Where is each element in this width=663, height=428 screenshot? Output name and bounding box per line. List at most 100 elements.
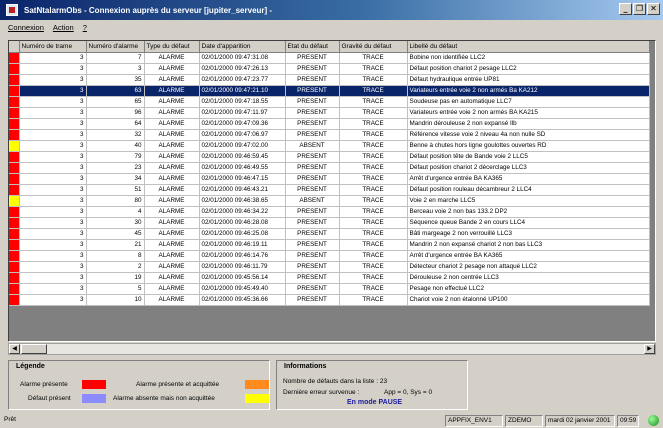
cell-etat: PRESENT	[285, 74, 340, 86]
table-row[interactable]: 3 35 ALARME 02/01/2000 09:47:23.77 PRESENT TR…	[9, 74, 650, 86]
cell-date: 02/01/2000 09:47:11.97	[199, 107, 286, 119]
table-row[interactable]: 3 2 ALARME 02/01/2000 09:46:11.79 PRESENT TRA…	[9, 261, 650, 273]
cell-type: ALARME	[144, 85, 200, 97]
horizontal-scrollbar[interactable]: ◀ ▶	[8, 343, 656, 355]
cell-gravite: TRACE	[339, 129, 408, 141]
cell-gravite: TRACE	[339, 96, 408, 108]
app-icon[interactable]	[6, 4, 18, 16]
status-color-cell	[9, 283, 20, 295]
table-row[interactable]: 3 10 ALARME 02/01/2000 09:45:36.66 PRESENT TR…	[9, 294, 650, 306]
cell-date: 02/01/2000 09:47:23.77	[199, 74, 286, 86]
table-row[interactable]: 3 21 ALARME 02/01/2000 09:46:19.11 PRESENT TR…	[9, 239, 650, 251]
cell-alarme: 2	[86, 261, 145, 273]
scroll-thumb[interactable]	[21, 344, 47, 354]
cell-gravite: TRACE	[339, 294, 408, 306]
table-row[interactable]: 3 19 ALARME 02/01/2000 09:45:56.14 PRESENT TR…	[9, 272, 650, 284]
cell-libelle: Défaut hydraulique entrée UP81	[407, 74, 650, 86]
table-row[interactable]: 3 3 ALARME 02/01/2000 09:47:26.13 PRESENT TRA…	[9, 63, 650, 75]
alarm-grid[interactable]: Numéro de trame Numéro d'alarme Type du …	[8, 40, 656, 342]
cell-date: 02/01/2000 09:45:56.14	[199, 272, 286, 284]
cell-gravite: TRACE	[339, 74, 408, 86]
cell-trame: 3	[19, 217, 87, 229]
cell-trame: 3	[19, 173, 87, 185]
table-row[interactable]: 3 34 ALARME 02/01/2000 09:46:47.15 PRESENT TR…	[9, 173, 650, 185]
cell-libelle: Variateurs entrée voie 2 non armés BA KA…	[407, 107, 650, 119]
column-header-alarme[interactable]: Numéro d'alarme	[86, 41, 145, 53]
cell-date: 02/01/2000 09:46:28.08	[199, 217, 286, 229]
cell-trame: 3	[19, 283, 87, 295]
cell-trame: 3	[19, 239, 87, 251]
column-header-trame[interactable]: Numéro de trame	[19, 41, 87, 53]
cell-alarme: 45	[86, 228, 145, 240]
cell-date: 02/01/2000 09:47:31.08	[199, 52, 286, 64]
column-header-gravite[interactable]: Gravité du défaut	[339, 41, 408, 53]
menu-help[interactable]: ?	[83, 23, 87, 32]
column-header-type[interactable]: Type du défaut	[144, 41, 200, 53]
status-color-indicator	[9, 151, 18, 161]
table-row[interactable]: 3 96 ALARME 02/01/2000 09:47:11.97 PRESENT TR…	[9, 107, 650, 119]
cell-date: 02/01/2000 09:46:59.45	[199, 151, 286, 163]
column-header-date[interactable]: Date d'apparition	[199, 41, 286, 53]
table-row[interactable]: 3 79 ALARME 02/01/2000 09:46:59.45 PRESENT TR…	[9, 151, 650, 163]
cell-date: 02/01/2000 09:47:09.36	[199, 118, 286, 130]
table-row[interactable]: 3 7 ALARME 02/01/2000 09:47:31.08 PRESENT TRA…	[9, 52, 650, 64]
cell-date: 02/01/2000 09:46:43.21	[199, 184, 286, 196]
table-row[interactable]: 3 8 ALARME 02/01/2000 09:46:14.76 PRESENT TRA…	[9, 250, 650, 262]
cell-etat: PRESENT	[285, 52, 340, 64]
defect-count-text: Nombre de défauts dans la liste : 23	[283, 378, 388, 385]
scroll-left-icon[interactable]: ◀	[9, 344, 20, 354]
status-color-indicator	[9, 85, 18, 95]
table-row[interactable]: 3 80 ALARME 02/01/2000 09:46:38.65 ABSENT TRA…	[9, 195, 650, 207]
cell-date: 02/01/2000 09:47:18.55	[199, 96, 286, 108]
cell-trame: 3	[19, 272, 87, 284]
column-header-etat[interactable]: Etat du défaut	[285, 41, 340, 53]
menu-connexion[interactable]: Connexion	[8, 23, 44, 32]
table-row[interactable]: 3 32 ALARME 02/01/2000 09:47:06.97 PRESENT TR…	[9, 129, 650, 141]
table-row[interactable]: 3 45 ALARME 02/01/2000 09:46:25.08 PRESENT TR…	[9, 228, 650, 240]
cell-type: ALARME	[144, 151, 200, 163]
menu-action[interactable]: Action	[53, 23, 74, 32]
title-bar: SatNtalarmObs - Connexion auprès du serv…	[0, 0, 663, 20]
cell-etat: PRESENT	[285, 184, 340, 196]
cell-trame: 3	[19, 96, 87, 108]
status-color-indicator	[9, 52, 18, 62]
table-row[interactable]: 3 64 ALARME 02/01/2000 09:47:09.36 PRESENT TR…	[9, 118, 650, 130]
table-row[interactable]: 3 65 ALARME 02/01/2000 09:47:18.55 PRESENT TR…	[9, 96, 650, 108]
status-color-indicator	[9, 162, 18, 172]
table-row[interactable]: 3 40 ALARME 02/01/2000 09:47:02.00 ABSENT TRA…	[9, 140, 650, 152]
status-color-cell	[9, 228, 20, 240]
status-color-cell	[9, 107, 20, 119]
minimize-icon[interactable]: _	[619, 3, 632, 15]
status-color-indicator	[9, 140, 18, 150]
cell-type: ALARME	[144, 96, 200, 108]
status-environment: APPFIX_ENV1	[445, 415, 503, 427]
cell-alarme: 19	[86, 272, 145, 284]
cell-type: ALARME	[144, 173, 200, 185]
table-row[interactable]: 3 23 ALARME 02/01/2000 09:46:49.55 PRESENT TR…	[9, 162, 650, 174]
table-row[interactable]: 3 63 ALARME 02/01/2000 09:47:21.10 PRESENT TR…	[9, 85, 650, 97]
cell-libelle: Mandrin dérouleuse 2 non expansé Ilb	[407, 118, 650, 130]
cell-type: ALARME	[144, 206, 200, 218]
status-color-indicator	[9, 239, 18, 249]
table-row[interactable]: 3 51 ALARME 02/01/2000 09:46:43.21 PRESENT TR…	[9, 184, 650, 196]
cell-trame: 3	[19, 151, 87, 163]
cell-trame: 3	[19, 250, 87, 262]
cell-libelle: Pesage non effectué LLC2	[407, 283, 650, 295]
cell-gravite: TRACE	[339, 107, 408, 119]
status-demo: ZDEMO	[505, 415, 543, 427]
cell-type: ALARME	[144, 63, 200, 75]
close-icon[interactable]: ✕	[647, 3, 660, 15]
column-header-libelle[interactable]: Libellé du défaut	[407, 41, 650, 53]
cell-trame: 3	[19, 206, 87, 218]
table-row[interactable]: 3 5 ALARME 02/01/2000 09:45:49.40 PRESENT TRA…	[9, 283, 650, 295]
cell-etat: PRESENT	[285, 118, 340, 130]
scroll-right-icon[interactable]: ▶	[644, 344, 655, 354]
column-header-status[interactable]	[9, 41, 20, 53]
restore-icon[interactable]: ❐	[633, 3, 646, 15]
status-color-indicator	[9, 129, 18, 139]
table-row[interactable]: 3 30 ALARME 02/01/2000 09:46:28.08 PRESENT TR…	[9, 217, 650, 229]
cell-alarme: 30	[86, 217, 145, 229]
cell-date: 02/01/2000 09:47:02.00	[199, 140, 286, 152]
table-row[interactable]: 3 4 ALARME 02/01/2000 09:46:34.22 PRESENT TRA…	[9, 206, 650, 218]
cell-date: 02/01/2000 09:46:47.15	[199, 173, 286, 185]
